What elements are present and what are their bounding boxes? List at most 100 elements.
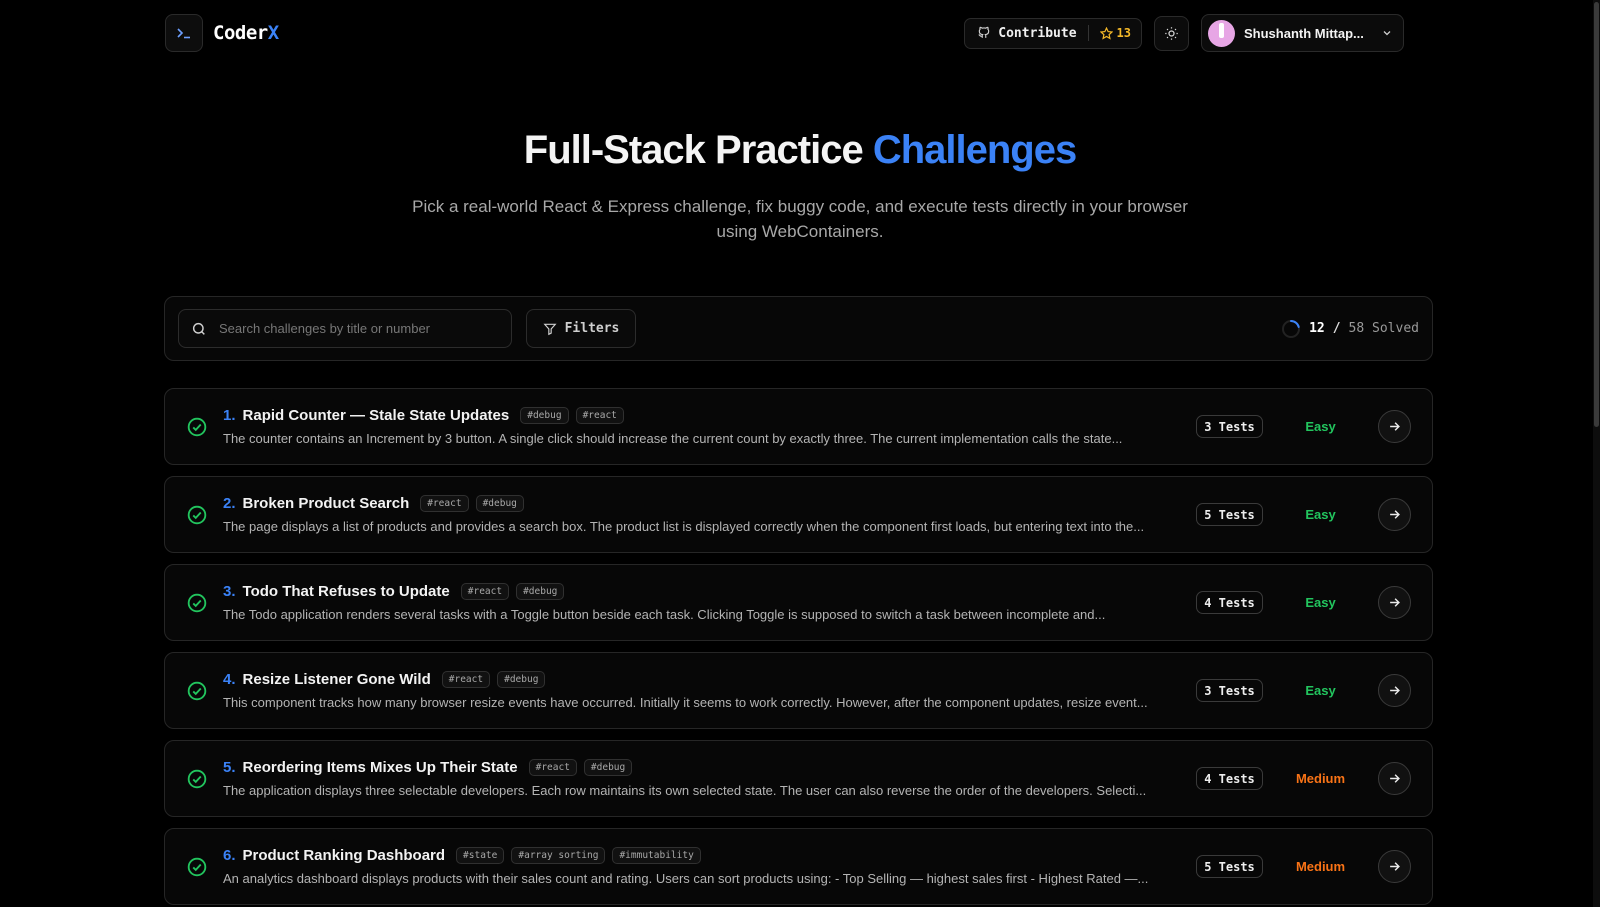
open-challenge-button[interactable] <box>1378 674 1411 707</box>
challenge-toolbar: Filters 12 / 58 Solved <box>164 296 1433 361</box>
tag-badge[interactable]: #debug <box>520 407 569 424</box>
challenge-title-row: 2. Broken Product Search #react #debug <box>223 495 1180 512</box>
scrollbar[interactable] <box>1593 0 1600 907</box>
challenge-title-row: 3. Todo That Refuses to Update #react #de… <box>223 583 1180 600</box>
challenge-number: 1. <box>223 407 236 424</box>
challenge-title[interactable]: Reordering Items Mixes Up Their State <box>243 759 518 776</box>
tag-badge[interactable]: #debug <box>475 495 524 512</box>
challenge-info: 6. Product Ranking Dashboard #state #arra… <box>223 847 1180 886</box>
scrollbar-thumb[interactable] <box>1594 2 1599 427</box>
challenge-card[interactable]: 3. Todo That Refuses to Update #react #de… <box>164 564 1433 641</box>
solved-total: 58 Solved <box>1348 321 1419 336</box>
solved-check-icon <box>187 681 207 700</box>
challenge-number: 4. <box>223 671 236 688</box>
challenge-card[interactable]: 4. Resize Listener Gone Wild #react #debu… <box>164 652 1433 729</box>
solved-check-icon <box>187 769 207 788</box>
arrow-right-icon <box>1390 686 1400 695</box>
tag-badge[interactable]: #react <box>420 495 469 512</box>
filters-label: Filters <box>564 321 620 336</box>
search-box[interactable] <box>178 309 512 348</box>
contribute-label: Contribute <box>998 25 1077 41</box>
sun-icon <box>1165 26 1178 40</box>
arrow-right-icon <box>1390 422 1400 431</box>
solved-count: 12 <box>1309 321 1325 336</box>
contribute-button[interactable]: Contribute 13 <box>964 17 1142 49</box>
challenge-title[interactable]: Product Ranking Dashboard <box>243 847 446 864</box>
search-icon <box>192 322 205 335</box>
app-name-accent: X <box>267 22 279 44</box>
tag-badge[interactable]: #react <box>460 583 510 600</box>
challenge-title-row: 6. Product Ranking Dashboard #state #arra… <box>223 847 1180 864</box>
challenge-card[interactable]: 6. Product Ranking Dashboard #state #arra… <box>164 828 1433 905</box>
challenge-card[interactable]: 5. Reordering Items Mixes Up Their State… <box>164 740 1433 817</box>
challenge-title-row: 5. Reordering Items Mixes Up Their State… <box>223 759 1180 776</box>
github-icon <box>977 25 991 42</box>
difficulty-label: Easy <box>1305 419 1336 434</box>
solved-progress: 12 / 58 Solved <box>1281 319 1419 339</box>
app-logo[interactable]: CoderX <box>213 22 279 44</box>
solved-check-icon <box>187 505 207 524</box>
divider <box>1087 25 1089 41</box>
page-title-main: Full-Stack Practice <box>523 128 873 172</box>
challenge-number: 6. <box>223 847 236 864</box>
tag-badge[interactable]: #array sorting <box>511 847 606 864</box>
difficulty-label: Medium <box>1295 771 1346 786</box>
tag-badge[interactable]: #immutability <box>612 847 701 864</box>
tests-count-badge: 4 Tests <box>1196 591 1263 614</box>
challenge-number: 2. <box>223 495 236 512</box>
challenge-description: The application displays three selectabl… <box>223 783 1147 798</box>
search-input[interactable] <box>219 321 489 336</box>
arrow-right-icon <box>1390 862 1400 871</box>
solved-check-icon <box>187 857 207 876</box>
tag-badge[interactable]: #state <box>456 847 505 864</box>
page-subtitle: Pick a real-world React & Express challe… <box>412 197 1188 241</box>
terminal-icon[interactable] <box>165 14 203 52</box>
challenge-title[interactable]: Rapid Counter — Stale State Updates <box>243 407 510 424</box>
challenge-description: The counter contains an Increment by 3 b… <box>223 431 1123 446</box>
star-count-badge: 13 <box>1099 26 1131 40</box>
challenge-title[interactable]: Broken Product Search <box>243 495 410 512</box>
theme-toggle-button[interactable] <box>1154 15 1189 51</box>
progress-ring-icon <box>1282 319 1301 338</box>
open-challenge-button[interactable] <box>1378 410 1411 443</box>
challenge-card[interactable]: 2. Broken Product Search #react #debug Th… <box>164 476 1433 553</box>
tag-badge[interactable]: #react <box>575 407 624 424</box>
filters-button[interactable]: Filters <box>526 309 636 348</box>
solved-check-icon <box>187 417 207 436</box>
challenge-description: This component tracks how many browser r… <box>223 695 1148 710</box>
tag-badge[interactable]: #debug <box>583 759 633 776</box>
challenge-title-row: 1. Rapid Counter — Stale State Updates #… <box>223 407 1180 424</box>
challenge-info: 5. Reordering Items Mixes Up Their State… <box>223 759 1180 798</box>
solved-separator: / <box>1332 321 1341 336</box>
challenge-card[interactable]: 1. Rapid Counter — Stale State Updates #… <box>164 388 1433 465</box>
chevron-down-icon <box>1383 31 1391 36</box>
challenge-title[interactable]: Todo That Refuses to Update <box>243 583 450 600</box>
arrow-right-icon <box>1390 774 1400 783</box>
tag-badge[interactable]: #debug <box>516 583 565 600</box>
difficulty-label: Easy <box>1305 595 1336 610</box>
tests-count-badge: 4 Tests <box>1196 767 1263 790</box>
open-challenge-button[interactable] <box>1378 498 1411 531</box>
open-challenge-button[interactable] <box>1378 586 1411 619</box>
tag-badge[interactable]: #react <box>528 759 577 776</box>
open-challenge-button[interactable] <box>1378 762 1411 795</box>
app-name: Coder <box>213 22 268 44</box>
challenge-title-row: 4. Resize Listener Gone Wild #react #debu… <box>223 671 1180 688</box>
difficulty-label: Easy <box>1305 683 1336 698</box>
challenge-number: 3. <box>223 583 236 600</box>
top-header: CoderX Contribute 13 Shushanth Mittap... <box>165 14 1404 52</box>
challenge-info: 2. Broken Product Search #react #debug Th… <box>223 495 1180 534</box>
page-title-accent: Challenges <box>872 128 1077 172</box>
challenge-title[interactable]: Resize Listener Gone Wild <box>243 671 431 688</box>
challenge-info: 4. Resize Listener Gone Wild #react #debu… <box>223 671 1180 710</box>
challenge-description: An analytics dashboard displays products… <box>223 871 1149 886</box>
challenge-info: 1. Rapid Counter — Stale State Updates #… <box>223 407 1180 446</box>
challenge-description: The page displays a list of products and… <box>223 519 1145 534</box>
arrow-right-icon <box>1390 598 1400 607</box>
open-challenge-button[interactable] <box>1378 850 1411 883</box>
user-menu-button[interactable]: Shushanth Mittap... <box>1201 14 1404 52</box>
tag-badge[interactable]: #react <box>441 671 491 688</box>
solved-check-icon <box>187 593 207 612</box>
tag-badge[interactable]: #debug <box>497 671 546 688</box>
filter-icon <box>543 323 557 335</box>
